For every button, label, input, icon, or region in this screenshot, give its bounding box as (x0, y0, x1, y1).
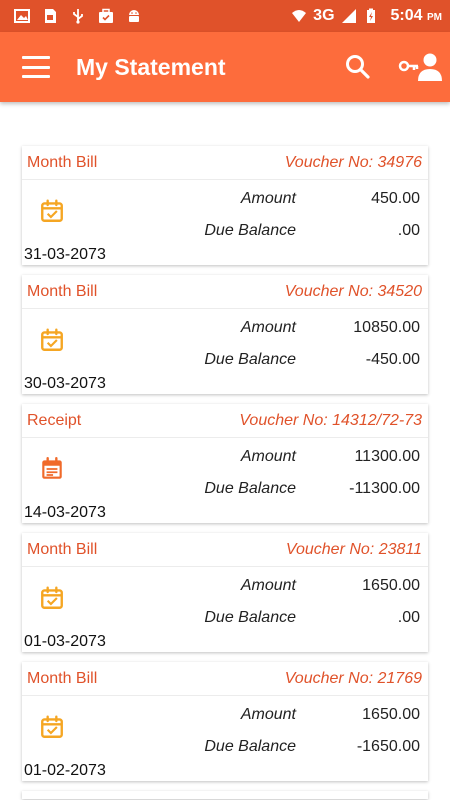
due-balance-label: Due Balance (204, 351, 296, 368)
card-header: Receipt Voucher No: 14312/72-73 (22, 404, 428, 438)
clock-time: 5:04 (390, 7, 423, 24)
system-status: 3G 5:04 PM (291, 0, 442, 32)
entry-date: 01-02-2073 (24, 762, 106, 779)
statement-card[interactable]: Month Bill Voucher No: 23811 Amount 1650… (22, 533, 428, 652)
card-header: Month Bill Voucher No: 23811 (22, 533, 428, 567)
entry-date: 31-03-2073 (24, 246, 106, 263)
clock: 5:04 PM (391, 7, 442, 25)
network-type-label: 3G (313, 7, 335, 24)
app-bar: My Statement (0, 32, 450, 102)
amount-value: 11300.00 (354, 448, 420, 465)
due-balance-value: -11300.00 (349, 480, 420, 497)
wifi-icon (292, 10, 307, 22)
usb-icon (73, 9, 83, 24)
voucher-number: Voucher No: 34520 (284, 282, 422, 300)
sim-card-icon (45, 9, 56, 23)
entry-type: Month Bill (27, 282, 98, 300)
search-icon[interactable] (344, 53, 372, 81)
entry-type: Month Bill (27, 153, 98, 171)
clock-ampm: PM (427, 12, 442, 23)
user-key-icon[interactable] (398, 50, 442, 84)
menu-icon-line (22, 56, 50, 59)
due-balance-label: Due Balance (204, 609, 296, 626)
android-icon (129, 10, 139, 22)
due-balance-label: Due Balance (204, 222, 296, 239)
entry-type: Month Bill (27, 669, 98, 687)
entry-type: Month Bill (27, 540, 98, 558)
menu-button[interactable] (22, 56, 50, 78)
statement-list: Month Bill Voucher No: 34976 Amount 450.… (22, 146, 428, 800)
voucher-number: Voucher No: 34976 (284, 153, 422, 171)
due-balance-value: .00 (397, 222, 420, 239)
amount-label: Amount (240, 190, 296, 207)
page-title: My Statement (76, 53, 226, 80)
voucher-number: Voucher No: 21769 (284, 669, 422, 687)
card-header: Month Bill Voucher No: 34976 (22, 146, 428, 180)
menu-icon-line (22, 65, 50, 69)
menu-icon-line (22, 75, 50, 78)
statement-card[interactable]: Receipt Voucher No: 14312/72-73 Amount 1… (22, 404, 428, 523)
amount-label: Amount (240, 706, 296, 723)
card-header: Month Bill Voucher No: 21769 (22, 662, 428, 696)
signal-icon (341, 9, 356, 23)
notification-icons (0, 8, 142, 24)
calendar-check-icon (41, 328, 63, 351)
amount-value: 1650.00 (362, 577, 420, 594)
statement-card[interactable]: Month Bill Voucher No: 34976 Amount 450.… (22, 146, 428, 265)
due-balance-value: -450.00 (365, 351, 420, 368)
amount-label: Amount (240, 448, 296, 465)
calendar-check-icon (41, 586, 63, 609)
calendar-check-icon (41, 715, 63, 738)
battery-charging-icon (366, 8, 375, 23)
amount-value: 10850.00 (353, 319, 420, 336)
due-balance-value: -1650.00 (356, 738, 420, 755)
receipt-icon (42, 456, 62, 479)
voucher-number: Voucher No: 14312/72-73 (239, 411, 422, 429)
statement-card[interactable]: Month Bill Voucher No: 34520 Amount 1085… (22, 275, 428, 394)
amount-label: Amount (240, 577, 296, 594)
status-bar: 3G 5:04 PM (0, 0, 450, 32)
image-icon (14, 9, 30, 23)
entry-date: 01-03-2073 (24, 633, 106, 650)
due-balance-label: Due Balance (204, 480, 296, 497)
calendar-check-icon (41, 199, 63, 222)
statement-card[interactable]: Month Bill Voucher No: 21769 Amount 1650… (22, 662, 428, 781)
voucher-number: Voucher No: 23811 (285, 540, 422, 558)
entry-date: 14-03-2073 (24, 504, 106, 521)
due-balance-label: Due Balance (204, 738, 296, 755)
amount-label: Amount (240, 319, 296, 336)
statement-card-partial[interactable] (22, 791, 428, 799)
amount-value: 1650.00 (362, 706, 420, 723)
entry-date: 30-03-2073 (24, 375, 106, 392)
briefcase-check-icon (99, 8, 113, 23)
entry-type: Receipt (27, 411, 82, 429)
card-header: Month Bill Voucher No: 34520 (22, 275, 428, 309)
due-balance-value: .00 (397, 609, 420, 626)
amount-value: 450.00 (371, 190, 420, 207)
